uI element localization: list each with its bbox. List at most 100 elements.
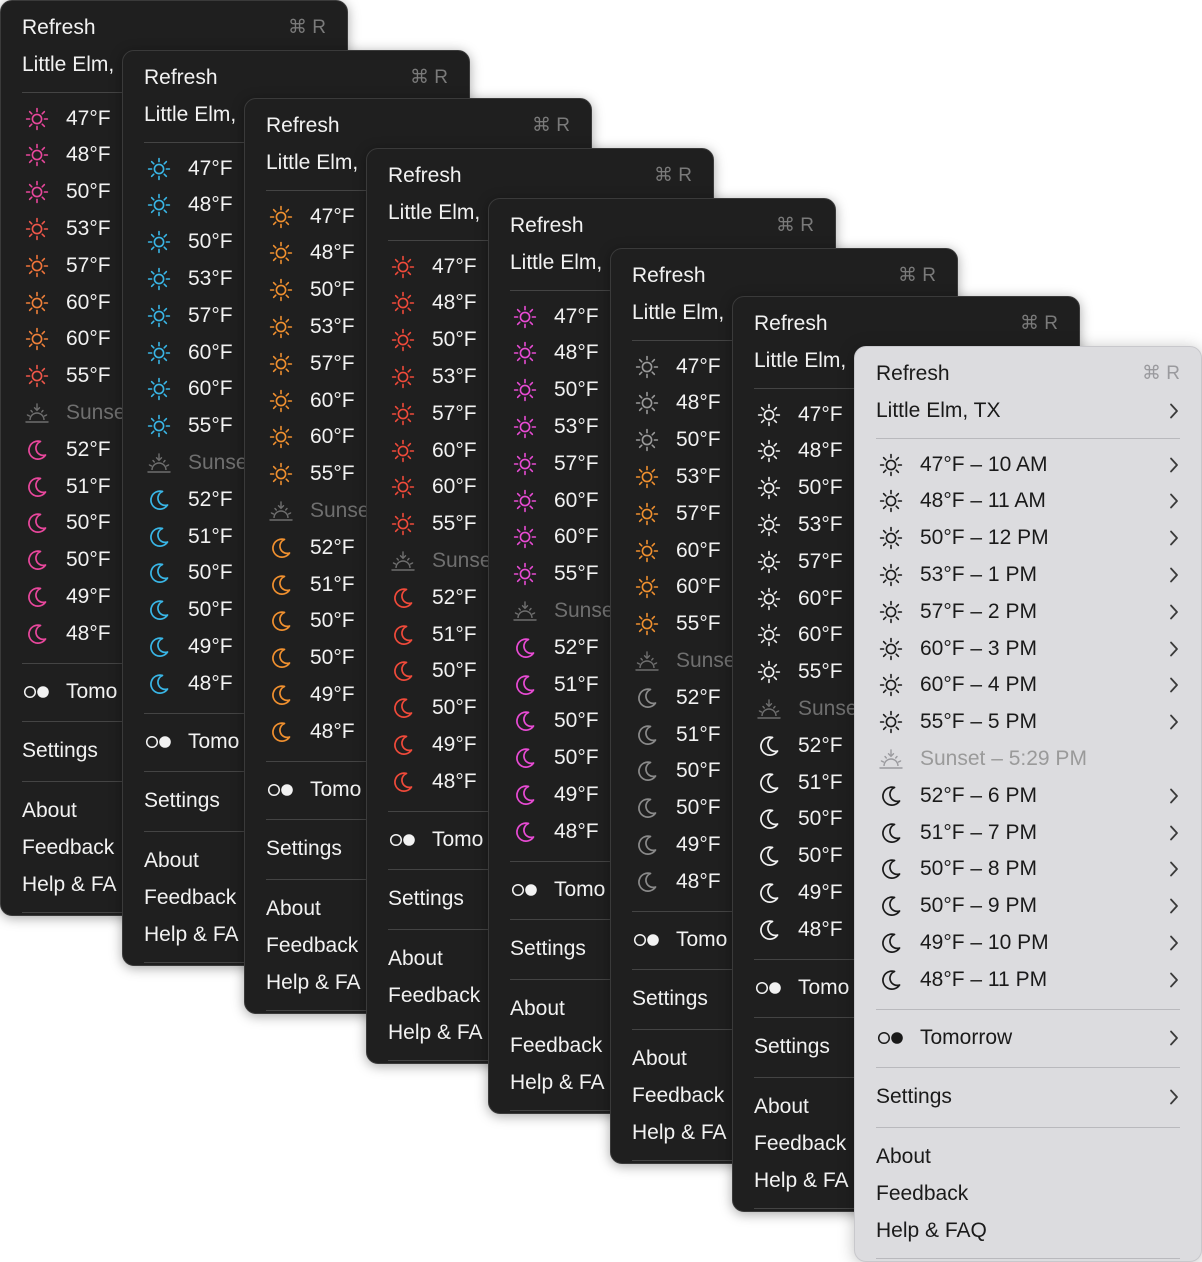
tomorrow-label: Tomo: [310, 777, 362, 801]
hour-label: 51°F: [188, 524, 233, 548]
refresh-item[interactable]: Refresh ⌘ R: [22, 12, 326, 44]
hour-label: 55°F: [432, 512, 477, 536]
hour-item[interactable]: 57°F – 2 PM: [876, 596, 1180, 628]
sunset-icon: [754, 693, 784, 725]
hour-label: 60°F: [798, 586, 843, 610]
hour-label: 50°F: [676, 428, 721, 452]
about-item[interactable]: About: [876, 1141, 1180, 1173]
hour-label: 50°F: [676, 759, 721, 783]
hour-label: 48°F: [554, 819, 599, 843]
hour-label: 52°F: [188, 487, 233, 511]
hour-item[interactable]: 50°F – 9 PM: [876, 890, 1180, 922]
hour-label: 47°F – 10 AM: [920, 452, 1048, 476]
hour-label: 60°F – 4 PM: [920, 673, 1037, 697]
refresh-shortcut: ⌘ R: [1020, 313, 1058, 334]
hour-item[interactable]: 47°F – 10 AM: [876, 449, 1180, 481]
hour-item[interactable]: 50°F – 12 PM: [876, 522, 1180, 554]
refresh-item[interactable]: Refresh ⌘ R: [266, 110, 570, 142]
moon-icon: [876, 964, 906, 996]
settings-item-label: Settings: [632, 987, 708, 1011]
refresh-item[interactable]: Refresh ⌘ R: [510, 210, 814, 242]
hour-item[interactable]: 53°F – 1 PM: [876, 559, 1180, 591]
hour-item[interactable]: 50°F – 8 PM: [876, 853, 1180, 885]
hour-item[interactable]: 48°F – 11 PM: [876, 964, 1180, 996]
feedback-item-label: Feedback: [388, 984, 481, 1007]
refresh-item-label: Refresh: [266, 114, 340, 137]
hour-label: 48°F: [798, 439, 843, 463]
moon-phase-icon: [266, 774, 296, 806]
refresh-item[interactable]: Refresh ⌘ R: [388, 160, 692, 192]
hour-label: 57°F: [432, 401, 477, 425]
hour-label: 55°F: [66, 364, 111, 388]
settings-item[interactable]: Settings: [876, 1081, 1180, 1113]
sun-icon: [876, 485, 906, 517]
sun-icon: [754, 546, 784, 578]
sun-icon: [632, 571, 662, 603]
chevron-right-icon: [1168, 449, 1180, 481]
feedback-item-label: Feedback: [754, 1132, 847, 1155]
hour-label: 50°F: [310, 278, 355, 302]
location-item-label: Little Elm,: [22, 52, 115, 76]
hour-label: 52°F: [676, 685, 721, 709]
menu-separator: [876, 1067, 1180, 1069]
sunset-icon: [388, 545, 418, 577]
sun-icon: [266, 348, 296, 380]
hour-label: 53°F – 1 PM: [920, 563, 1037, 586]
settings-item-label: Settings: [266, 837, 342, 861]
chevron-right-icon: [1168, 1081, 1180, 1113]
hour-label: 53°F: [310, 315, 355, 338]
hour-label: 49°F: [798, 881, 843, 904]
about-item-label: About: [876, 1145, 931, 1169]
chevron-right-icon: [1168, 559, 1180, 591]
hour-label: 57°F: [66, 253, 111, 277]
hour-label: 50°F: [188, 598, 233, 622]
location-item[interactable]: Little Elm, TX: [876, 395, 1180, 427]
sun-icon: [876, 633, 906, 665]
moon-icon: [266, 569, 296, 601]
hour-label: 60°F – 3 PM: [920, 636, 1037, 660]
hour-item[interactable]: 52°F – 6 PM: [876, 780, 1180, 812]
hour-label: 60°F: [310, 388, 355, 412]
settings-item-label: Settings: [144, 789, 220, 813]
sun-icon: [754, 656, 784, 688]
hour-label: 51°F: [66, 474, 111, 498]
hour-label: 51°F: [310, 572, 355, 596]
refresh-shortcut: ⌘ R: [288, 17, 326, 38]
refresh-item[interactable]: Refresh ⌘ R: [144, 62, 448, 94]
hour-item[interactable]: 48°F – 11 AM: [876, 485, 1180, 517]
hour-label: 48°F: [188, 671, 233, 695]
help-item[interactable]: Help & FAQ: [876, 1215, 1180, 1247]
refresh-item[interactable]: Refresh ⌘ R: [754, 308, 1058, 340]
sun-icon: [22, 287, 52, 319]
sun-icon: [388, 361, 418, 393]
moon-icon: [510, 705, 540, 737]
location-item-label: Little Elm,: [388, 200, 481, 224]
sun-icon: [388, 471, 418, 503]
sun-icon: [388, 324, 418, 356]
weather-menu: Refresh ⌘ R Little Elm, TX 47°F – 10 AM 48°F…: [854, 346, 1202, 1262]
hour-label: 57°F: [676, 501, 721, 525]
sun-icon: [510, 301, 540, 333]
refresh-item[interactable]: Refresh ⌘ R: [876, 358, 1180, 390]
sun-icon: [754, 399, 784, 431]
hour-label: 48°F: [188, 193, 233, 217]
help-item-label: Help & FA: [144, 922, 239, 946]
hour-label: 50°F: [798, 807, 843, 831]
hour-item[interactable]: 51°F – 7 PM: [876, 817, 1180, 849]
hour-item[interactable]: 60°F – 4 PM: [876, 669, 1180, 701]
sun-icon: [510, 521, 540, 553]
sun-icon: [144, 300, 174, 332]
moon-phase-icon: [510, 874, 540, 906]
tomorrow-item[interactable]: Tomorrow: [876, 1022, 1180, 1054]
sun-icon: [144, 337, 174, 369]
refresh-item[interactable]: Refresh ⌘ R: [632, 260, 936, 292]
sun-icon: [22, 360, 52, 392]
hour-label: 49°F: [554, 783, 599, 806]
hour-item[interactable]: 55°F – 5 PM: [876, 706, 1180, 738]
moon-icon: [388, 619, 418, 651]
refresh-shortcut: ⌘ R: [654, 165, 692, 186]
hour-item[interactable]: 49°F – 10 PM: [876, 927, 1180, 959]
hour-item[interactable]: 60°F – 3 PM: [876, 633, 1180, 665]
feedback-item-label: Feedback: [144, 886, 237, 909]
feedback-item[interactable]: Feedback: [876, 1178, 1180, 1210]
